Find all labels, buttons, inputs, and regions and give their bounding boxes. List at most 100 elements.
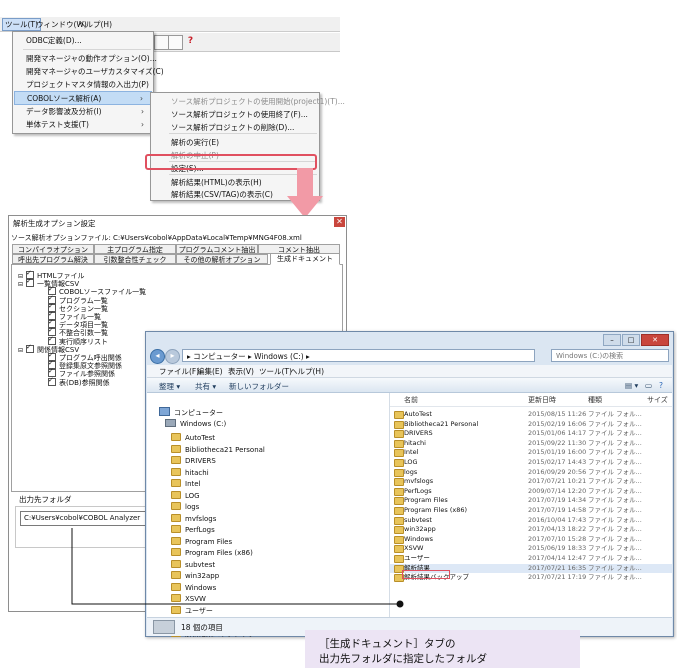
tab-call-resolution[interactable]: 呼出先プログラム解決 bbox=[12, 254, 94, 264]
file-row[interactable]: Windows 2017/07/10 15:28 ファイル フォル... bbox=[390, 535, 672, 544]
new-folder-button[interactable]: 新しいフォルダー bbox=[229, 381, 289, 392]
menu-item-unit-test[interactable]: 単体テスト支援(T) › bbox=[14, 118, 152, 132]
callout-note: ［生成ドキュメント］タブの 出力先フォルダに指定したフォルダ bbox=[305, 630, 580, 668]
nav-computer[interactable]: コンピューター bbox=[159, 407, 223, 418]
nav-folder-item[interactable]: Windows bbox=[171, 582, 216, 593]
submenu-show-html[interactable]: 解析結果(HTML)の表示(H) bbox=[171, 177, 262, 188]
menu-item-project-master[interactable]: プロジェクトマスタ情報の入出力(P) › bbox=[14, 78, 152, 92]
organize-button[interactable]: 整理 ▾ bbox=[159, 381, 180, 392]
file-row[interactable]: XSVW 2015/06/19 18:33 ファイル フォル... bbox=[390, 544, 672, 554]
output-folder-input[interactable]: C:¥Users¥cobol¥COBOL Analyzer bbox=[20, 511, 148, 526]
folder-icon bbox=[394, 420, 404, 429]
nav-drive-c[interactable]: Windows (C:) bbox=[165, 419, 226, 429]
nav-folder-item[interactable]: PerfLogs bbox=[171, 525, 215, 535]
close-icon[interactable]: ✕ bbox=[334, 217, 345, 227]
preview-pane-icon[interactable]: ▭ bbox=[645, 381, 652, 390]
window-icon[interactable] bbox=[168, 35, 183, 50]
nav-folder-item[interactable]: DRIVERS bbox=[171, 456, 216, 466]
tab-argument-check[interactable]: 引数整合性チェック bbox=[94, 254, 176, 264]
tab-other-options[interactable]: その他の解析オプション bbox=[176, 254, 268, 264]
file-row[interactable]: win32app 2017/04/13 18:22 ファイル フォル... bbox=[390, 525, 672, 535]
forward-icon[interactable]: ▸ bbox=[165, 349, 180, 364]
nav-folder-item[interactable]: subvtest bbox=[171, 559, 215, 570]
file-row[interactable]: AutoTest 2015/08/15 11:26 ファイル フォル... bbox=[390, 410, 672, 419]
view-icon[interactable]: ▤ ▾ bbox=[625, 381, 638, 390]
nav-folder-item[interactable]: Program Files bbox=[171, 536, 232, 547]
file-name: Program Files (x86) bbox=[404, 506, 468, 514]
column-name[interactable]: 名前 bbox=[404, 395, 418, 405]
folder-icon bbox=[171, 433, 181, 441]
column-size[interactable]: サイズ bbox=[647, 395, 668, 405]
menu-help[interactable]: ヘルプ(H) bbox=[290, 366, 324, 377]
help-icon[interactable]: ? bbox=[659, 381, 663, 390]
folder-icon bbox=[171, 490, 181, 499]
column-type[interactable]: 種類 bbox=[588, 395, 602, 405]
menu-view[interactable]: 表示(V) bbox=[228, 366, 254, 377]
close-icon[interactable]: ✕ bbox=[641, 334, 669, 346]
tab-generated-docs[interactable]: 生成ドキュメント bbox=[270, 253, 340, 265]
nav-folder-item[interactable]: AutoTest bbox=[171, 433, 215, 443]
file-row[interactable]: LOG 2015/02/17 14:43 ファイル フォル... bbox=[390, 458, 672, 467]
file-row[interactable]: subvtest 2016/10/04 17:43 ファイル フォル... bbox=[390, 516, 672, 525]
search-input[interactable]: Windows (C:)の検索 bbox=[551, 349, 669, 362]
nav-folder-item[interactable]: LOG bbox=[171, 490, 200, 501]
nav-folder-item[interactable]: hitachi bbox=[171, 467, 209, 478]
menu-edit[interactable]: 編集(E) bbox=[197, 366, 223, 377]
minimize-icon[interactable]: – bbox=[603, 334, 621, 346]
file-row[interactable]: hitachi 2015/09/22 11:30 ファイル フォル... bbox=[390, 439, 672, 448]
submenu-delete-project[interactable]: ソース解析プロジェクトの削除(D)... bbox=[171, 122, 294, 133]
back-icon[interactable]: ◂ bbox=[150, 349, 165, 364]
checkbox-checked-icon bbox=[48, 376, 56, 386]
chevron-right-icon: › bbox=[141, 80, 144, 89]
nav-folder-item[interactable]: ユーザー bbox=[171, 605, 213, 616]
nav-folder-item[interactable]: Intel bbox=[171, 479, 201, 489]
submenu-run[interactable]: 解析の実行(E) bbox=[171, 137, 219, 148]
nav-folder-item[interactable]: logs bbox=[171, 502, 199, 512]
submenu-show-csv[interactable]: 解析結果(CSV/TAG)の表示(C) bbox=[171, 189, 273, 200]
drive-icon bbox=[165, 419, 176, 427]
file-row[interactable]: Program Files (x86) 2017/07/19 14:58 ファイル … bbox=[390, 506, 672, 515]
collapse-icon: ⊟ bbox=[18, 281, 24, 289]
folder-icon bbox=[171, 605, 181, 614]
share-button[interactable]: 共有 ▾ bbox=[195, 381, 216, 392]
menu-item-cobol-analysis[interactable]: COBOLソース解析(A) › bbox=[14, 91, 152, 105]
chevron-right-icon: › bbox=[141, 120, 144, 129]
file-row[interactable]: Bibliotheca21 Personal 2015/02/19 16:06 ファ… bbox=[390, 420, 672, 429]
nav-folder-item[interactable]: Bibliotheca21 Personal bbox=[171, 444, 265, 455]
folder-icon bbox=[394, 535, 404, 544]
file-name: Program Files bbox=[404, 496, 448, 505]
nav-folder-item[interactable]: Program Files (x86) bbox=[171, 548, 253, 558]
submenu-start-project[interactable]: ソース解析プロジェクトの使用開始(project1)(T)... bbox=[171, 96, 345, 107]
maximize-icon[interactable]: □ bbox=[622, 334, 640, 346]
file-row[interactable]: PerfLogs 2009/07/14 12:20 ファイル フォル... bbox=[390, 487, 672, 496]
tab-compiler-options[interactable]: コンパイラオプション bbox=[12, 244, 94, 254]
file-date: 2017/07/21 10:21 bbox=[528, 477, 587, 486]
menu-tools[interactable]: ツール(T) bbox=[259, 366, 292, 377]
menu-item-data-impact[interactable]: データ影響波及分析(I) › bbox=[14, 105, 152, 119]
file-row[interactable]: Intel 2015/01/19 16:00 ファイル フォル... bbox=[390, 448, 672, 458]
file-name: logs bbox=[404, 467, 418, 476]
menu-item-odbc[interactable]: ODBC定義(D)... bbox=[14, 34, 152, 48]
file-row[interactable]: DRIVERS 2015/01/06 14:17 ファイル フォル... bbox=[390, 429, 672, 439]
toolbar-button[interactable] bbox=[154, 35, 169, 50]
file-row[interactable]: logs 2016/09/29 20:56 ファイル フォル... bbox=[390, 468, 672, 477]
menu-file[interactable]: ファイル(F) bbox=[159, 366, 199, 377]
submenu-end-project[interactable]: ソース解析プロジェクトの使用終了(F)... bbox=[171, 109, 308, 120]
menu-item-devmgr-customize[interactable]: 開発マネージャのユーザカスタマイズ(C) › bbox=[14, 65, 164, 79]
tree-item[interactable]: 表(DB)参照関係 bbox=[40, 376, 110, 387]
nav-folder-item[interactable]: XSVW bbox=[171, 594, 206, 604]
menu-help[interactable]: ヘルプ(H) bbox=[78, 19, 112, 30]
address-bar[interactable]: ▸ コンピューター ▸ Windows (C:) ▸ bbox=[182, 349, 535, 362]
menu-item-devmgr-options[interactable]: 開発マネージャの動作オプション(O)... bbox=[14, 52, 157, 66]
file-row[interactable]: Program Files 2017/07/19 14:34 ファイル フォル... bbox=[390, 496, 672, 506]
column-date[interactable]: 更新日時 bbox=[528, 395, 556, 405]
nav-folder-item[interactable]: mvfslogs bbox=[171, 513, 216, 524]
nav-folder-item[interactable]: win32app bbox=[171, 571, 219, 581]
file-row[interactable]: mvfslogs 2017/07/21 10:21 ファイル フォル... bbox=[390, 477, 672, 487]
tab-main-program[interactable]: 主プログラム指定 bbox=[94, 244, 176, 254]
help-icon[interactable]: ? bbox=[184, 35, 197, 48]
tab-program-comment[interactable]: プログラムコメント抽出 bbox=[176, 244, 258, 254]
folder-icon bbox=[171, 536, 181, 545]
file-type: ファイル フォル... bbox=[588, 419, 642, 428]
file-row[interactable]: ユーザー 2017/04/14 12:47 ファイル フォル... bbox=[390, 554, 672, 563]
